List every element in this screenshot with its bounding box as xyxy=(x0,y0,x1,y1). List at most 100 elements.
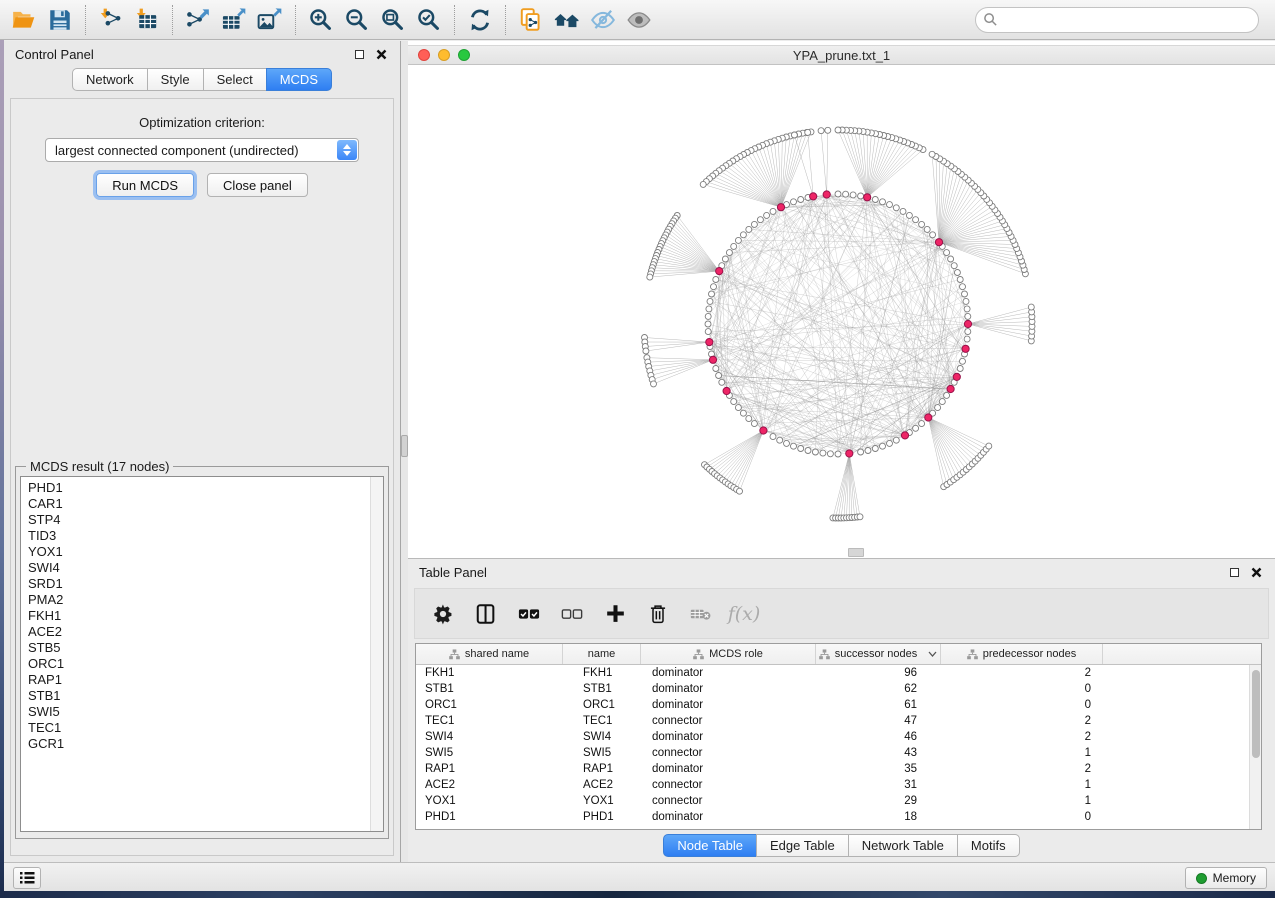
network-node[interactable] xyxy=(791,199,797,205)
network-leaf-node[interactable] xyxy=(651,381,657,387)
export-image-icon[interactable] xyxy=(252,3,288,37)
network-leaf-node[interactable] xyxy=(791,132,797,138)
network-node[interactable] xyxy=(930,232,936,238)
network-node[interactable] xyxy=(757,217,763,223)
network-node[interactable] xyxy=(751,421,757,427)
network-node[interactable] xyxy=(872,197,878,203)
network-node[interactable] xyxy=(960,284,966,290)
tab-style[interactable]: Style xyxy=(147,68,204,91)
network-leaf-node[interactable] xyxy=(986,443,992,449)
table-row[interactable]: YOX1YOX1connector291 xyxy=(416,793,1261,809)
network-node[interactable] xyxy=(705,321,711,327)
network-node[interactable] xyxy=(784,440,790,446)
result-node-item[interactable]: FKH1 xyxy=(21,608,383,624)
network-node[interactable] xyxy=(711,284,717,290)
network-node[interactable] xyxy=(706,306,712,312)
mcds-result-list[interactable]: PHD1CAR1STP4TID3YOX1SWI4SRD1PMA2FKH1ACE2… xyxy=(20,476,384,832)
network-node[interactable] xyxy=(777,437,783,443)
network-node[interactable] xyxy=(805,448,811,454)
network-node[interactable] xyxy=(965,329,971,335)
network-node[interactable] xyxy=(716,373,722,379)
network-node[interactable] xyxy=(835,451,841,457)
network-node[interactable] xyxy=(913,425,919,431)
trash-icon[interactable] xyxy=(647,603,669,625)
network-node[interactable] xyxy=(707,298,713,304)
network-node[interactable] xyxy=(951,263,957,269)
table-tab-network-table[interactable]: Network Table xyxy=(848,834,958,857)
network-node[interactable] xyxy=(954,270,960,276)
result-node-item[interactable]: RAP1 xyxy=(21,672,383,688)
unselect-all-icon[interactable] xyxy=(561,603,583,625)
zoom-in-icon[interactable] xyxy=(303,3,339,37)
table-tab-motifs[interactable]: Motifs xyxy=(957,834,1020,857)
network-node[interactable] xyxy=(827,451,833,457)
import-table-icon[interactable] xyxy=(129,3,165,37)
fx-icon[interactable]: f(x) xyxy=(733,603,755,625)
gear-icon[interactable] xyxy=(432,603,454,625)
network-node[interactable] xyxy=(906,212,912,218)
network-node[interactable] xyxy=(798,197,804,203)
result-node-item[interactable]: GCR1 xyxy=(21,736,383,752)
network-node[interactable] xyxy=(746,226,752,232)
network-node[interactable] xyxy=(770,434,776,440)
network-node[interactable] xyxy=(722,256,728,262)
table-scroll-thumb[interactable] xyxy=(1252,670,1260,758)
network-node[interactable] xyxy=(798,446,804,452)
network-node[interactable] xyxy=(957,277,963,283)
network-node[interactable] xyxy=(939,399,945,405)
table-row[interactable]: PHD1PHD1dominator180 xyxy=(416,809,1261,825)
network-node[interactable] xyxy=(887,202,893,208)
network-node[interactable] xyxy=(740,232,746,238)
network-node[interactable] xyxy=(726,250,732,256)
network-node[interactable] xyxy=(713,366,719,372)
network-node[interactable] xyxy=(957,366,963,372)
table-row[interactable]: TEC1TEC1connector472 xyxy=(416,713,1261,729)
column-header-name[interactable]: name xyxy=(563,644,641,664)
network-node[interactable] xyxy=(740,410,746,416)
vertical-splitter[interactable] xyxy=(401,41,408,862)
mcds-node[interactable] xyxy=(777,204,784,211)
mcds-node[interactable] xyxy=(760,427,767,434)
network-node[interactable] xyxy=(764,212,770,218)
network-node[interactable] xyxy=(900,208,906,214)
result-node-item[interactable]: ACE2 xyxy=(21,624,383,640)
tab-mcds[interactable]: MCDS xyxy=(266,68,332,91)
search-input[interactable] xyxy=(975,7,1259,33)
column-header-predecessor-nodes[interactable]: predecessor nodes xyxy=(941,644,1103,664)
network-node[interactable] xyxy=(919,221,925,227)
network-node[interactable] xyxy=(770,208,776,214)
network-leaf-node[interactable] xyxy=(1028,304,1034,310)
mcds-node[interactable] xyxy=(706,339,713,346)
zoom-out-icon[interactable] xyxy=(339,3,375,37)
network-node[interactable] xyxy=(812,449,818,455)
mcds-node[interactable] xyxy=(935,239,942,246)
network-node[interactable] xyxy=(731,399,737,405)
network-node[interactable] xyxy=(880,199,886,205)
network-node[interactable] xyxy=(858,193,864,199)
run-mcds-button[interactable]: Run MCDS xyxy=(96,173,194,197)
result-node-item[interactable]: ORC1 xyxy=(21,656,383,672)
mcds-node[interactable] xyxy=(810,193,817,200)
mcds-node[interactable] xyxy=(723,387,730,394)
network-leaf-node[interactable] xyxy=(647,274,653,280)
table-row[interactable]: ORC1ORC1dominator610 xyxy=(416,697,1261,713)
network-node[interactable] xyxy=(791,443,797,449)
network-node[interactable] xyxy=(713,277,719,283)
network-node[interactable] xyxy=(880,443,886,449)
network-node[interactable] xyxy=(731,243,737,249)
result-node-item[interactable]: PHD1 xyxy=(21,480,383,496)
network-node[interactable] xyxy=(858,449,864,455)
result-node-item[interactable]: STP4 xyxy=(21,512,383,528)
zoom-selected-icon[interactable] xyxy=(411,3,447,37)
network-node[interactable] xyxy=(944,392,950,398)
column-header-successor-nodes[interactable]: successor nodes xyxy=(816,644,941,664)
criterion-dropdown[interactable]: largest connected component (undirected) xyxy=(45,138,359,162)
export-network-icon[interactable] xyxy=(180,3,216,37)
result-node-item[interactable]: TID3 xyxy=(21,528,383,544)
network-node[interactable] xyxy=(893,437,899,443)
mcds-node[interactable] xyxy=(953,373,960,380)
delete-table-icon[interactable] xyxy=(690,603,712,625)
network-node[interactable] xyxy=(944,250,950,256)
network-leaf-node[interactable] xyxy=(643,348,649,354)
open-folder-icon[interactable] xyxy=(6,3,42,37)
